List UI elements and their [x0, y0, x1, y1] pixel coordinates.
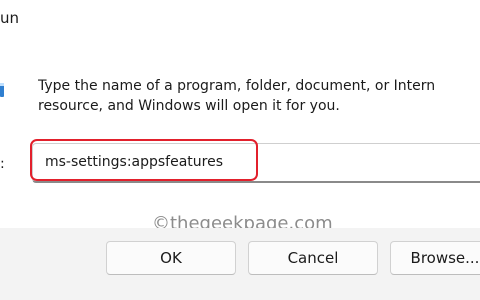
- description-line-2: resource, and Windows will open it for y…: [38, 98, 340, 114]
- dialog-description: Type the name of a program, folder, docu…: [38, 76, 480, 116]
- title-bar[interactable]: un: [0, 0, 480, 40]
- browse-button[interactable]: Browse...: [390, 241, 480, 275]
- open-input-value: ms-settings:appsfeatures: [45, 154, 224, 170]
- open-label: :: [0, 156, 5, 172]
- run-dialog-icon: [0, 82, 6, 98]
- cancel-button[interactable]: Cancel: [248, 241, 378, 275]
- open-input[interactable]: ms-settings:appsfeatures: [32, 143, 480, 183]
- description-line-1: Type the name of a program, folder, docu…: [38, 78, 436, 94]
- ok-button[interactable]: OK: [106, 241, 236, 275]
- window-title: un: [0, 9, 20, 27]
